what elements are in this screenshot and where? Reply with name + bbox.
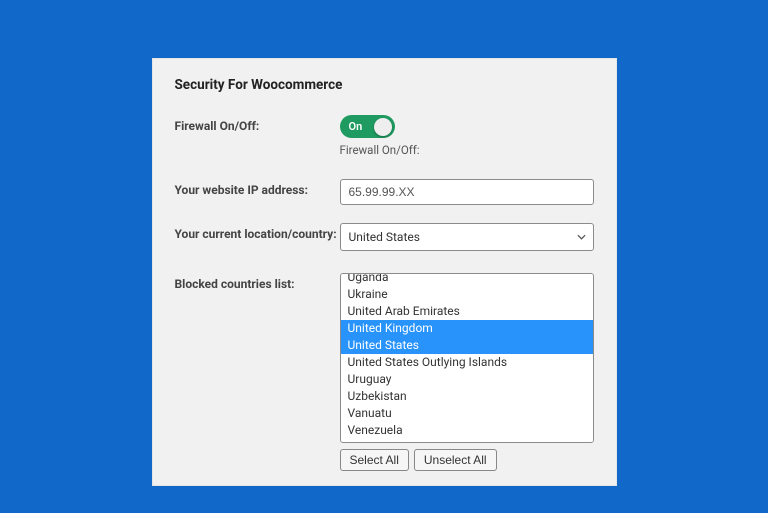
chevron-down-icon [577,233,586,242]
list-item[interactable]: United States Outlying Islands [341,354,593,371]
list-item[interactable]: Vanuatu [341,405,593,422]
location-label: Your current location/country: [175,223,340,241]
list-item[interactable]: United States [341,337,593,354]
ip-label: Your website IP address: [175,179,340,197]
location-select[interactable]: United States [340,223,594,251]
firewall-toggle[interactable]: On [340,115,395,138]
unselect-all-button[interactable]: Unselect All [414,449,497,471]
blocked-countries-listbox[interactable]: UgandaUkraineUnited Arab EmiratesUnited … [340,273,594,443]
toggle-knob [374,118,392,136]
select-all-button[interactable]: Select All [340,449,409,471]
page-title: Security For Woocommerce [175,77,594,93]
list-item[interactable]: Viet Nam [341,439,593,443]
firewall-field: On Firewall On/Off: [340,115,594,157]
list-item[interactable]: United Kingdom [341,320,593,337]
list-item[interactable]: Uganda [341,273,593,286]
list-item[interactable]: United Arab Emirates [341,303,593,320]
ip-input[interactable] [340,179,594,205]
settings-panel: Security For Woocommerce Firewall On/Off… [152,58,617,486]
firewall-sub-label: Firewall On/Off: [340,143,594,157]
blocked-label: Blocked countries list: [175,273,340,291]
location-value: United States [349,230,420,244]
firewall-label: Firewall On/Off: [175,115,340,133]
list-item[interactable]: Venezuela [341,422,593,439]
list-item[interactable]: Uruguay [341,371,593,388]
firewall-row: Firewall On/Off: On Firewall On/Off: [175,115,594,157]
blocked-row: Blocked countries list: UgandaUkraineUni… [175,273,594,471]
firewall-toggle-text: On [349,120,363,133]
location-row: Your current location/country: United St… [175,223,594,251]
list-item[interactable]: Uzbekistan [341,388,593,405]
list-item[interactable]: Ukraine [341,286,593,303]
ip-row: Your website IP address: [175,179,594,205]
